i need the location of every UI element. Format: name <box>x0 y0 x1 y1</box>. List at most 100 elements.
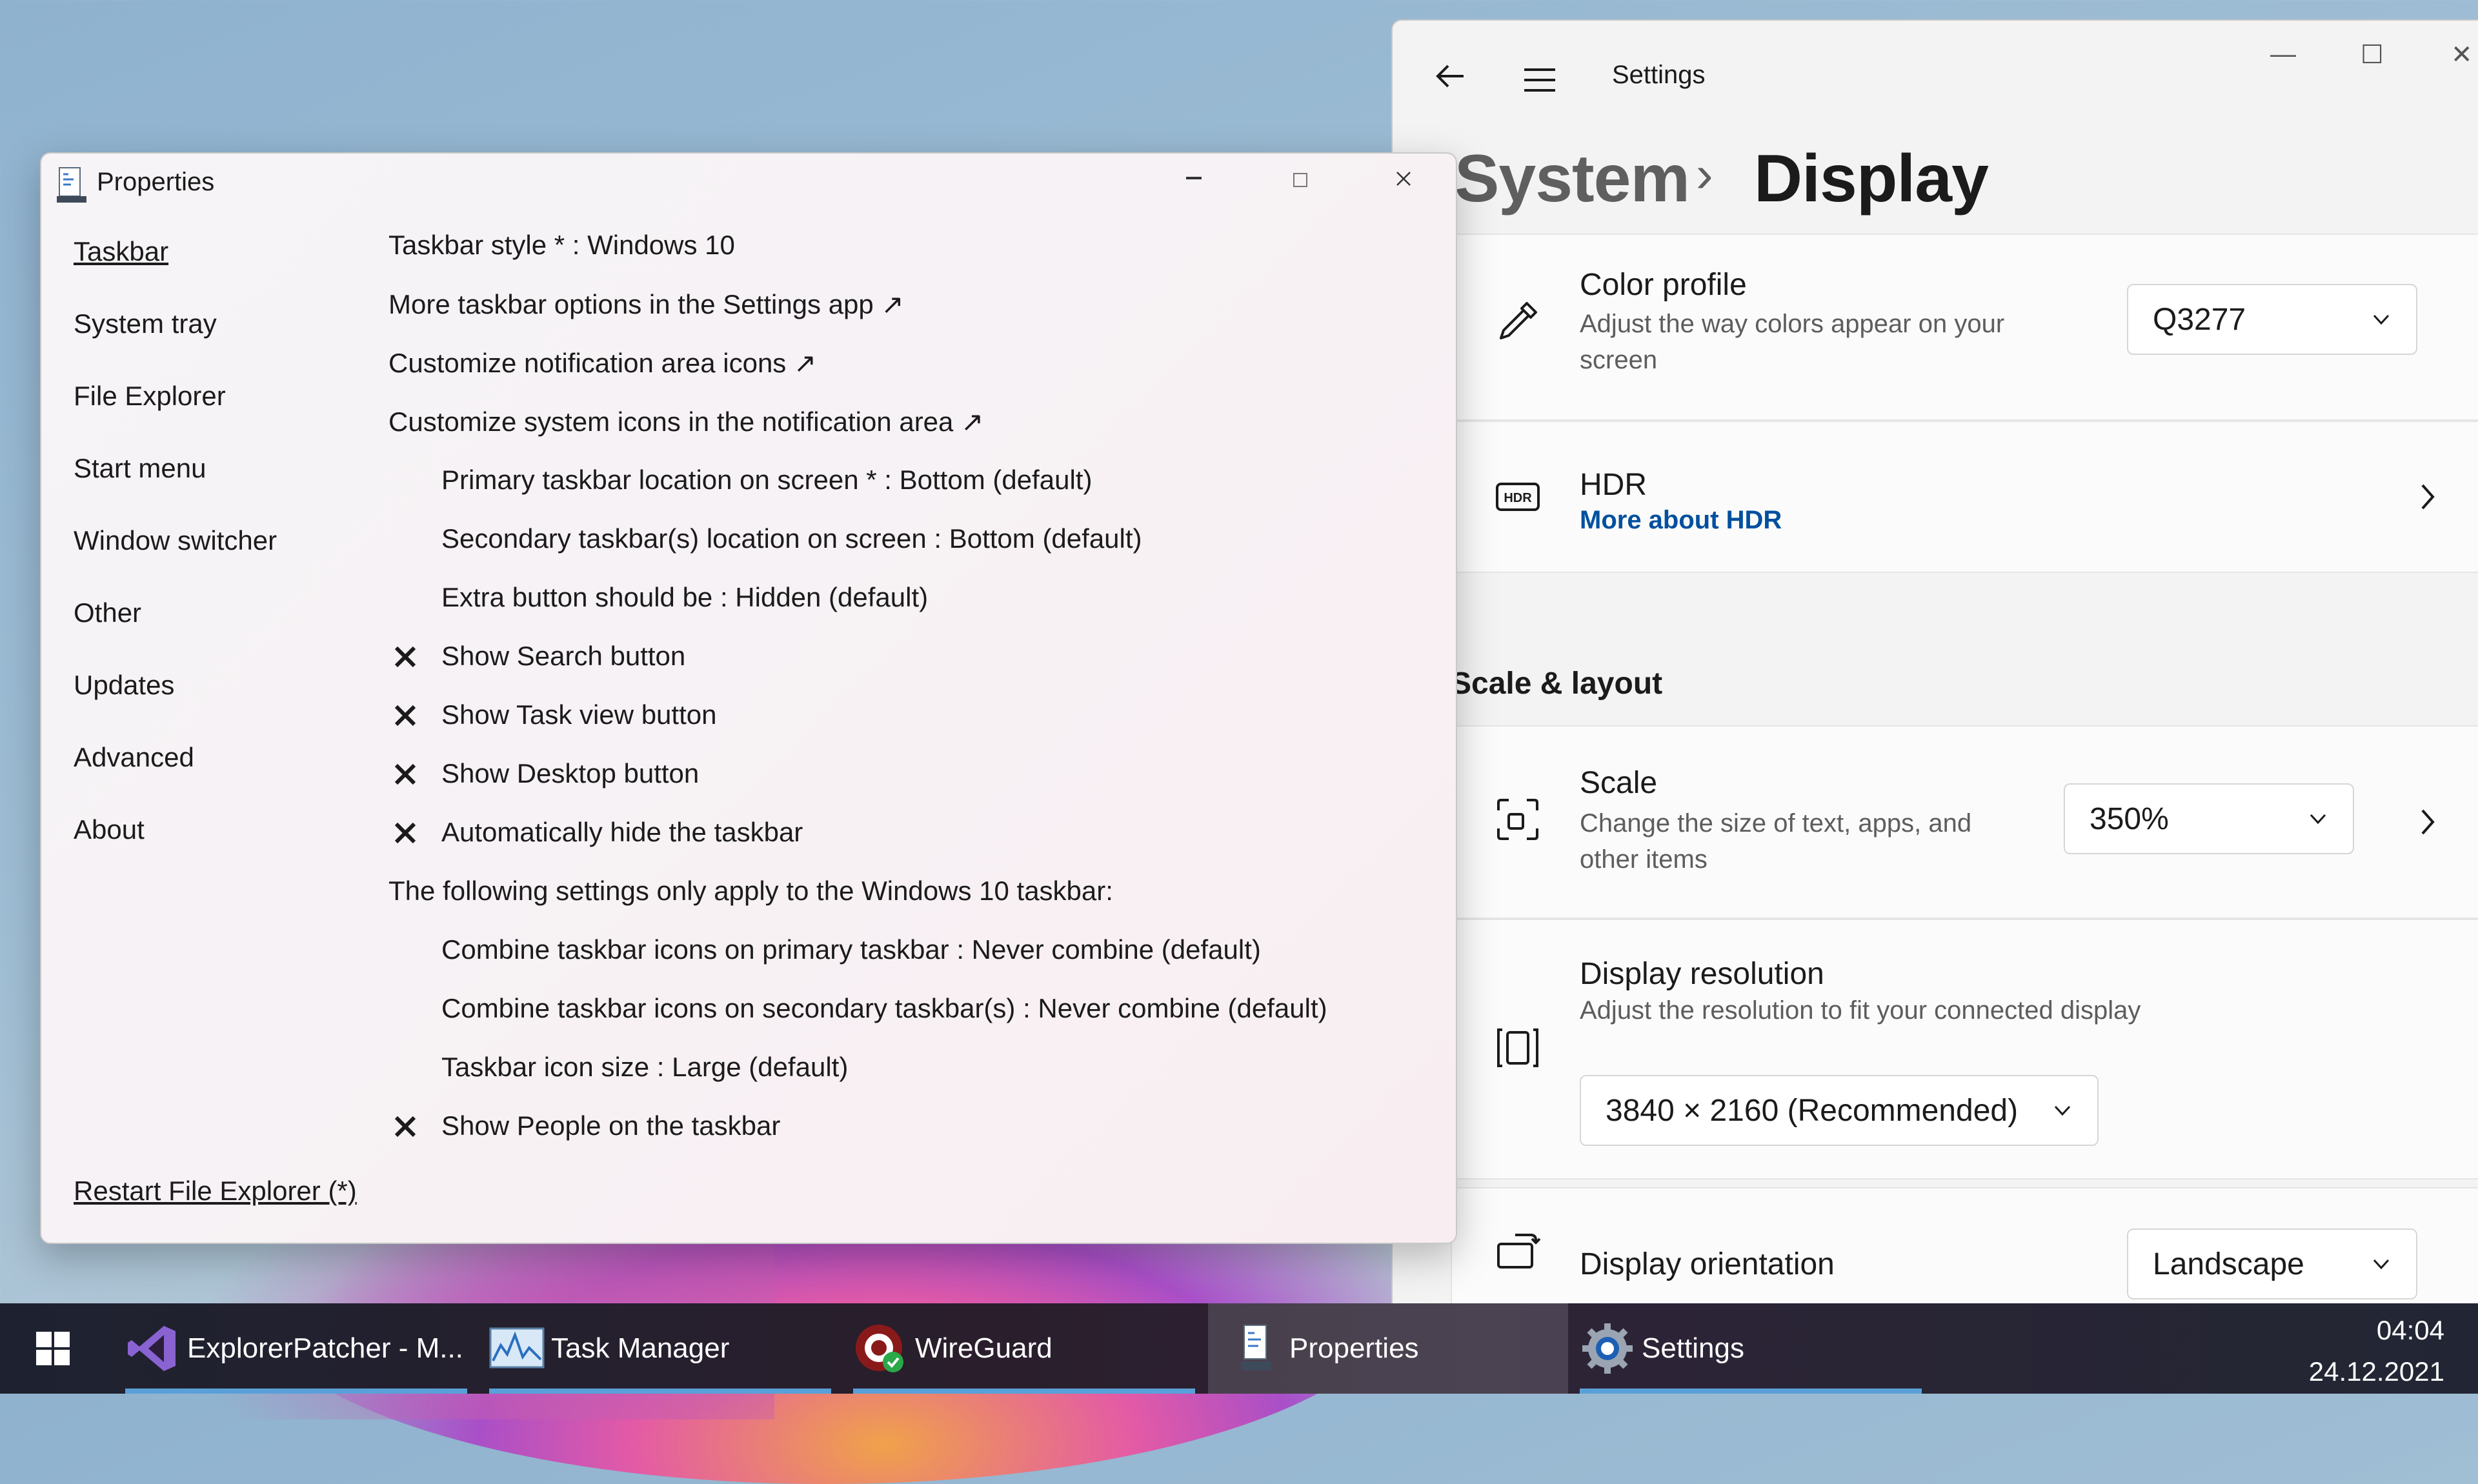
orientation-value: Landscape <box>2153 1247 2304 1281</box>
scale-desc: Change the size of text, apps, and other… <box>1580 809 1972 874</box>
page-title: Display <box>1754 141 1989 216</box>
resolution-value: 3840 × 2160 (Recommended) <box>1606 1093 2019 1128</box>
maximize-button[interactable] <box>1293 173 1307 187</box>
hdr-card[interactable]: HDR HDR More about HDR <box>1451 421 2478 573</box>
option-icon-size[interactable]: Taskbar icon size : Large (default) <box>441 1052 848 1083</box>
option-extra-button[interactable]: Extra button should be : Hidden (default… <box>441 582 928 613</box>
clock-time[interactable]: 04:04 <box>2377 1315 2444 1346</box>
hamburger-menu-icon[interactable] <box>1520 61 1559 99</box>
orientation-icon <box>1497 1234 1541 1268</box>
taskbar-running-indicator <box>1580 1389 1922 1394</box>
taskbar-item-settings[interactable]: Settings <box>1580 1303 1922 1394</box>
nav-start-menu[interactable]: Start menu <box>74 453 206 484</box>
resolution-icon <box>1497 1028 1538 1067</box>
unchecked-x-icon[interactable] <box>392 703 418 728</box>
hdr-title: HDR <box>1580 468 1647 502</box>
taskbar-item-label: ExplorerPatcher - M... <box>187 1332 463 1364</box>
app-title: Settings <box>1612 61 1706 89</box>
option-show-search[interactable]: Show Search button <box>441 641 685 672</box>
win10-section-label: The following settings only apply to the… <box>388 876 1113 906</box>
back-arrow-icon[interactable] <box>1431 57 1470 95</box>
color-profile-card: Color profile Adjust the way colors appe… <box>1451 234 2478 421</box>
option-combine-primary[interactable]: Combine taskbar icons on primary taskbar… <box>441 934 1261 965</box>
option-show-people[interactable]: Show People on the taskbar <box>441 1110 780 1141</box>
taskbar-item-label: Properties <box>1289 1332 1419 1364</box>
nav-advanced[interactable]: Advanced <box>74 742 194 773</box>
color-profile-desc: Adjust the way colors appear on your scr… <box>1580 310 2005 374</box>
orientation-dropdown[interactable]: Landscape <box>2127 1228 2417 1299</box>
taskbar-item-wireguard[interactable]: WireGuard <box>853 1303 1195 1394</box>
unchecked-x-icon[interactable] <box>392 644 418 670</box>
option-notification-icons-link[interactable]: Customize notification area icons ↗ <box>388 347 816 379</box>
chevron-down-icon <box>2373 1259 2390 1270</box>
maximize-button[interactable]: ☐ <box>2361 40 2384 70</box>
nav-file-explorer[interactable]: File Explorer <box>74 381 226 412</box>
eyedropper-icon <box>1500 302 1537 339</box>
minimize-button[interactable] <box>1186 177 1202 179</box>
properties-window: Properties Taskbar System tray File Expl… <box>40 152 1457 1244</box>
taskbar-item-properties[interactable]: Properties <box>1208 1303 1568 1394</box>
resolution-card: Display resolution Adjust the resolution… <box>1451 919 2478 1179</box>
option-secondary-location[interactable]: Secondary taskbar(s) location on screen … <box>441 523 1142 554</box>
settings-gear-icon <box>1582 1323 1633 1374</box>
wireguard-icon <box>856 1325 903 1372</box>
nav-other[interactable]: Other <box>74 597 141 628</box>
scale-card[interactable]: Scale Change the size of text, apps, and… <box>1451 725 2478 919</box>
nav-window-switcher[interactable]: Window switcher <box>74 525 277 556</box>
hdr-icon: HDR <box>1496 483 1540 511</box>
option-autohide[interactable]: Automatically hide the taskbar <box>441 817 803 848</box>
option-combine-secondary[interactable]: Combine taskbar icons on secondary taskb… <box>441 993 1327 1024</box>
windows-start-icon[interactable] <box>36 1332 70 1365</box>
scale-title: Scale <box>1580 766 1658 800</box>
scale-icon <box>1497 799 1538 840</box>
chevron-right-icon <box>2421 484 2435 510</box>
close-button[interactable] <box>1394 169 1413 188</box>
scale-value: 350% <box>2090 801 2169 836</box>
chevron-down-icon <box>2054 1105 2071 1116</box>
scale-dropdown[interactable]: 350% <box>2064 783 2354 854</box>
task-manager-icon <box>489 1327 545 1369</box>
color-profile-title: Color profile <box>1580 268 1747 302</box>
option-settings-app-link[interactable]: More taskbar options in the Settings app… <box>388 288 904 320</box>
minimize-button[interactable]: — <box>2270 40 2296 69</box>
taskbar-running-indicator <box>853 1389 1195 1394</box>
taskbar-item-label: Task Manager <box>551 1332 730 1364</box>
hdr-icon-text: HDR <box>1504 491 1532 505</box>
nav-taskbar[interactable]: Taskbar <box>74 236 168 267</box>
properties-icon <box>1242 1325 1271 1370</box>
chevron-right-icon <box>2421 809 2435 835</box>
taskbar-item-task-manager[interactable]: Task Manager <box>489 1303 831 1394</box>
resolution-dropdown[interactable]: 3840 × 2160 (Recommended) <box>1580 1075 2099 1146</box>
resolution-title: Display resolution <box>1580 957 1824 991</box>
close-button[interactable]: ✕ <box>2451 40 2473 70</box>
option-show-task-view[interactable]: Show Task view button <box>441 699 716 730</box>
properties-app-icon <box>57 167 86 203</box>
option-taskbar-style[interactable]: Taskbar style * : Windows 10 <box>388 230 735 261</box>
option-system-icons-link[interactable]: Customize system icons in the notificati… <box>388 406 983 437</box>
visual-studio-icon <box>128 1326 176 1371</box>
scale-layout-heading: Scale & layout <box>1451 667 1663 701</box>
option-show-desktop[interactable]: Show Desktop button <box>441 758 699 789</box>
breadcrumb-separator: › <box>1696 145 1713 203</box>
unchecked-x-icon[interactable] <box>392 1114 418 1139</box>
color-profile-dropdown[interactable]: Q3277 <box>2127 284 2417 355</box>
taskbar-running-indicator <box>489 1389 831 1394</box>
window-title: Properties <box>97 168 215 196</box>
clock-date[interactable]: 24.12.2021 <box>2309 1356 2444 1387</box>
breadcrumb-system[interactable]: System <box>1455 141 1690 217</box>
hdr-more-link[interactable]: More about HDR <box>1580 506 1782 535</box>
taskbar-item-label: WireGuard <box>915 1332 1053 1364</box>
nav-about[interactable]: About <box>74 814 145 845</box>
taskbar: ExplorerPatcher - M... Task Manager Wire… <box>0 1303 2478 1394</box>
chevron-down-icon <box>2373 314 2390 325</box>
nav-system-tray[interactable]: System tray <box>74 308 217 339</box>
unchecked-x-icon[interactable] <box>392 820 418 846</box>
orientation-card: Display orientation Landscape <box>1451 1187 2478 1305</box>
unchecked-x-icon[interactable] <box>392 761 418 787</box>
taskbar-item-label: Settings <box>1642 1332 1744 1364</box>
nav-updates[interactable]: Updates <box>74 670 174 701</box>
taskbar-running-indicator <box>125 1389 467 1394</box>
taskbar-item-explorerpatcher[interactable]: ExplorerPatcher - M... <box>125 1303 467 1394</box>
option-primary-location[interactable]: Primary taskbar location on screen * : B… <box>441 465 1092 496</box>
restart-explorer-link[interactable]: Restart File Explorer (*) <box>74 1176 357 1207</box>
